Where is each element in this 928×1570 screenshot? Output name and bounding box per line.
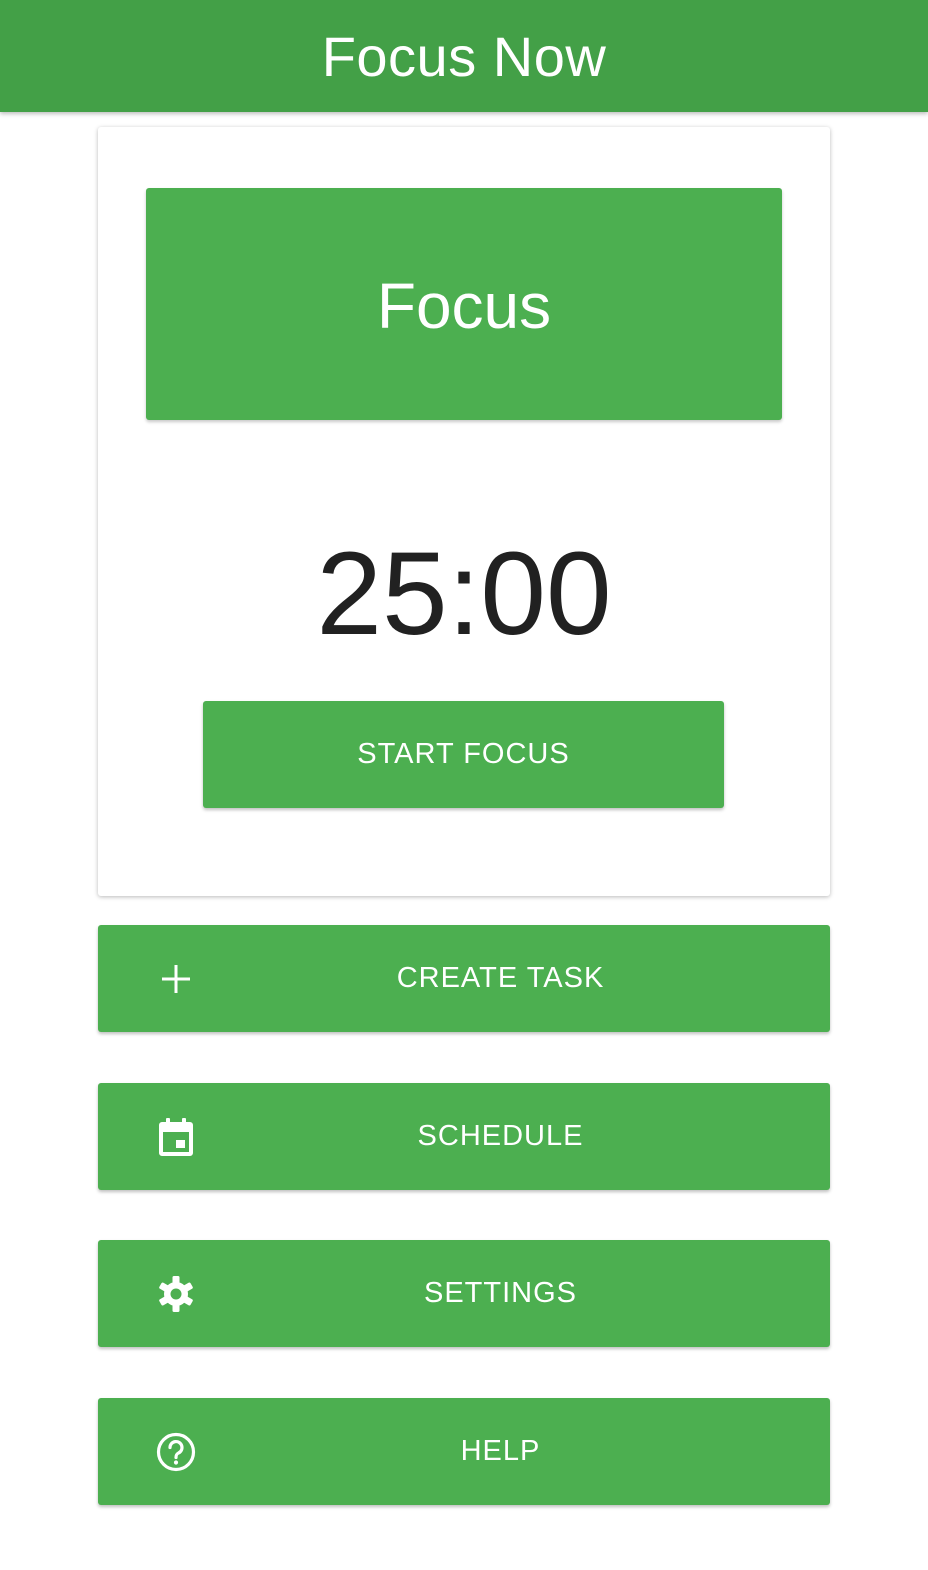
timer-display: 25:00	[316, 528, 612, 660]
mode-banner: Focus	[146, 188, 782, 420]
create-task-button[interactable]: CREATE TASK	[98, 925, 830, 1032]
schedule-label: SCHEDULE	[417, 1120, 584, 1152]
start-focus-button[interactable]: START FOCUS	[203, 701, 724, 808]
settings-label: SETTINGS	[423, 1277, 577, 1309]
mode-label: Focus	[376, 270, 552, 342]
app-bar: Focus Now	[0, 0, 928, 112]
timer-card: Focus 25:00 START FOCUS	[98, 127, 830, 896]
settings-button[interactable]: SETTINGS	[98, 1240, 830, 1347]
app-title: Focus Now	[321, 24, 607, 88]
schedule-button[interactable]: SCHEDULE	[98, 1083, 830, 1190]
help-label: HELP	[460, 1435, 541, 1467]
create-task-label: CREATE TASK	[396, 962, 605, 994]
help-button[interactable]: HELP	[98, 1398, 830, 1505]
